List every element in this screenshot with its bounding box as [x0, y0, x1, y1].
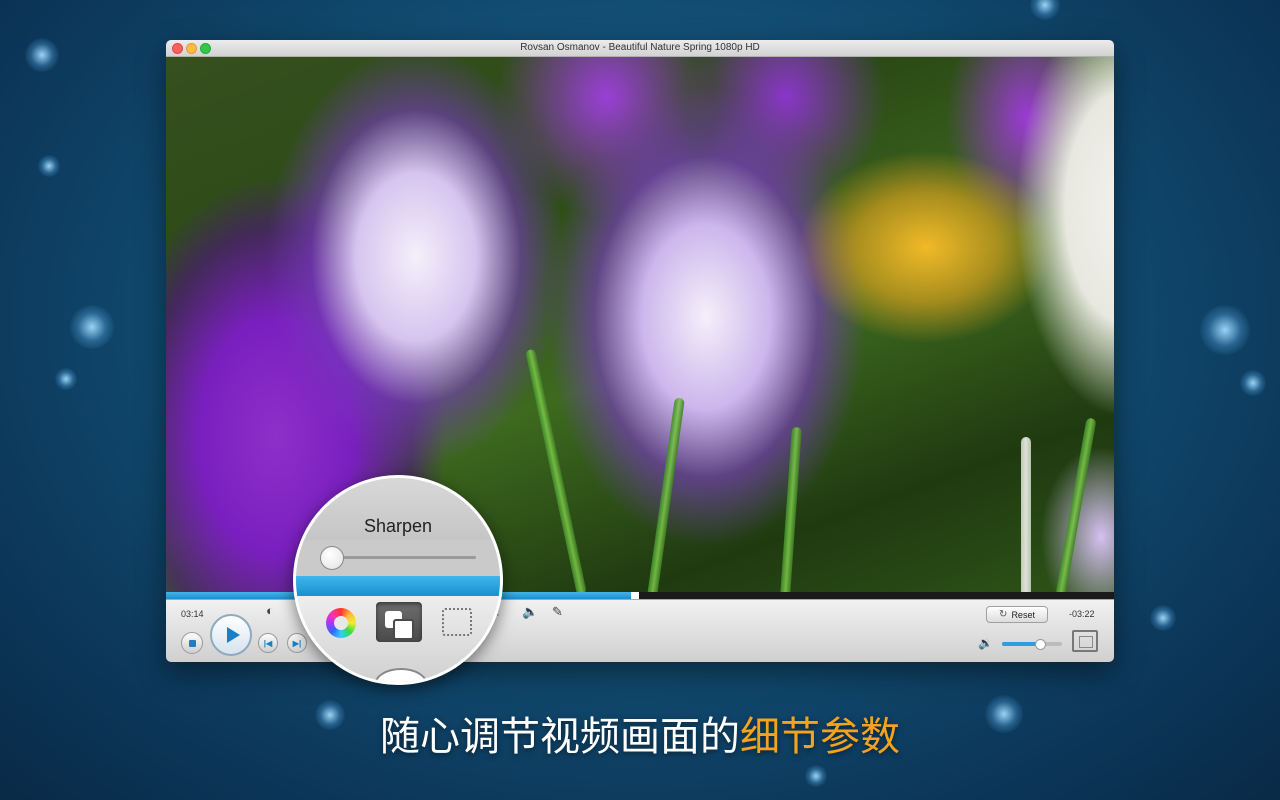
refresh-icon: ↻	[999, 609, 1008, 620]
bokeh-light	[805, 765, 827, 787]
flower-stem	[1055, 417, 1097, 592]
volume-icon[interactable]: 🔉	[978, 636, 993, 650]
titlebar: Rovsan Osmanov - Beautiful Nature Spring…	[166, 40, 1114, 57]
bokeh-light	[1030, 0, 1060, 20]
caption-highlight: 细节参数	[740, 715, 900, 759]
seek-bar-handle[interactable]	[631, 592, 639, 599]
volume-fill	[1002, 642, 1039, 646]
stop-icon	[188, 639, 196, 647]
zoom-callout: Sharpen	[293, 475, 503, 685]
contrast-icon[interactable]: ◐	[266, 603, 274, 618]
flower-stem	[647, 397, 685, 592]
bokeh-light	[55, 368, 77, 390]
caption-text: 随心调节视频画面的	[380, 715, 740, 759]
play-button[interactable]	[210, 614, 252, 656]
color-wheel-icon[interactable]	[326, 608, 356, 638]
seek-bar-zoomed	[296, 576, 500, 596]
bokeh-light	[25, 38, 59, 72]
flower-stem	[1021, 437, 1031, 592]
flower-stem	[780, 426, 802, 592]
sharpen-icon-overlay	[393, 619, 414, 640]
fullscreen-icon[interactable]	[1072, 630, 1098, 652]
flower-stem	[525, 348, 587, 592]
audio-icon[interactable]: 🔈	[522, 604, 538, 620]
reset-button[interactable]: ↻ Reset	[986, 606, 1048, 623]
sharpen-header: Sharpen	[296, 478, 500, 544]
sharpen-title: Sharpen	[363, 516, 433, 536]
subtitle-icon[interactable]: ✎	[552, 604, 563, 620]
volume-handle[interactable]	[1035, 639, 1046, 650]
elapsed-time: 03:14	[181, 609, 204, 619]
reset-label: Reset	[1011, 609, 1035, 620]
volume-slider[interactable]	[1002, 639, 1062, 650]
bokeh-light	[1150, 605, 1176, 631]
sharpen-button[interactable]	[376, 602, 422, 642]
sharpen-slider[interactable]	[326, 556, 476, 559]
stop-button[interactable]	[181, 632, 203, 654]
bokeh-light	[70, 305, 114, 349]
window-title: Rovsan Osmanov - Beautiful Nature Spring…	[520, 42, 760, 53]
previous-button[interactable]: |◀	[258, 633, 278, 653]
bokeh-light	[38, 155, 60, 177]
remaining-time: -03:22	[1069, 609, 1095, 619]
skip-back-icon: |◀	[263, 638, 273, 648]
bokeh-light	[1200, 305, 1250, 355]
sharpen-slider-area	[296, 540, 500, 576]
bokeh-light	[1240, 370, 1266, 396]
sharpen-slider-handle[interactable]	[320, 546, 344, 570]
crop-icon[interactable]	[442, 608, 472, 636]
promo-caption: 随心调节视频画面的细节参数	[0, 704, 1280, 762]
play-icon	[226, 627, 240, 643]
